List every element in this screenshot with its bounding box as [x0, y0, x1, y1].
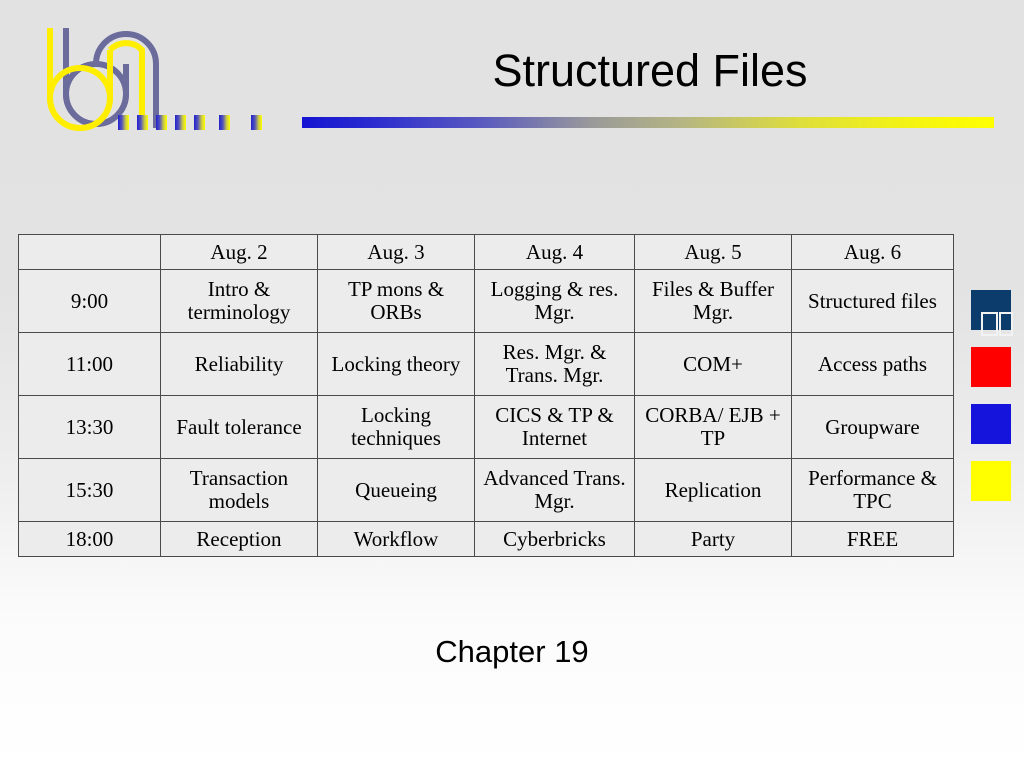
time-label-2: 11:00: [18, 332, 161, 396]
session-cell: Transaction models: [160, 458, 318, 522]
session-cell: Cyberbricks: [474, 521, 635, 557]
window-icon: [981, 312, 1013, 336]
color-swatch-column: [971, 290, 1013, 518]
current-session-cell: Structured files: [791, 269, 954, 333]
session-cell: Fault tolerance: [160, 395, 318, 459]
logo-dot-trail: [118, 115, 288, 130]
table-row: 15:30 Transaction models Queueing Advanc…: [18, 458, 954, 522]
blue-swatch: [971, 404, 1011, 444]
session-cell: Reliability: [160, 332, 318, 396]
table-row: 18:00 Reception Workflow Cyberbricks Par…: [18, 521, 954, 557]
title-gradient-rule: [302, 117, 994, 128]
session-cell: Files & Buffer Mgr.: [634, 269, 792, 333]
session-cell: Advanced Trans. Mgr.: [474, 458, 635, 522]
session-cell: Workflow: [317, 521, 475, 557]
session-cell: Performance & TPC: [791, 458, 954, 522]
table-header-row: Aug. 2 Aug. 3 Aug. 4 Aug. 5 Aug. 6: [18, 234, 954, 270]
slide-header: Structured Files: [0, 0, 1024, 150]
column-header-day-4: Aug. 5: [634, 234, 792, 270]
session-cell: Res. Mgr. & Trans. Mgr.: [474, 332, 635, 396]
column-header-day-3: Aug. 4: [474, 234, 635, 270]
page-title: Structured Files: [492, 45, 808, 96]
session-cell: CICS & TP & Internet: [474, 395, 635, 459]
table-row: 13:30 Fault tolerance Locking techniques…: [18, 395, 954, 459]
session-cell: CORBA/ EJB + TP: [634, 395, 792, 459]
column-header-day-5: Aug. 6: [791, 234, 954, 270]
session-cell: Access paths: [791, 332, 954, 396]
time-label-4: 15:30: [18, 458, 161, 522]
time-label-5: 18:00: [18, 521, 161, 557]
navy-swatch: [971, 290, 1013, 336]
table-row: 11:00 Reliability Locking theory Res. Mg…: [18, 332, 954, 396]
schedule-table: Aug. 2 Aug. 3 Aug. 4 Aug. 5 Aug. 6 9:00 …: [18, 234, 954, 557]
column-header-day-2: Aug. 3: [317, 234, 475, 270]
session-cell: COM+: [634, 332, 792, 396]
session-cell: Locking theory: [317, 332, 475, 396]
session-cell: Replication: [634, 458, 792, 522]
column-header-day-1: Aug. 2: [160, 234, 318, 270]
session-cell: FREE: [791, 521, 954, 557]
session-cell: Party: [634, 521, 792, 557]
session-cell: TP mons & ORBs: [317, 269, 475, 333]
session-cell: Queueing: [317, 458, 475, 522]
time-label-3: 13:30: [18, 395, 161, 459]
table-row: 9:00 Intro & terminology TP mons & ORBs …: [18, 269, 954, 333]
corner-blank-cell: [18, 234, 161, 270]
session-cell: Locking techniques: [317, 395, 475, 459]
session-cell: Intro & terminology: [160, 269, 318, 333]
red-swatch: [971, 347, 1011, 387]
session-cell: Groupware: [791, 395, 954, 459]
session-cell: Logging & res. Mgr.: [474, 269, 635, 333]
time-label-1: 9:00: [18, 269, 161, 333]
session-cell: Reception: [160, 521, 318, 557]
yellow-swatch: [971, 461, 1011, 501]
chapter-label: Chapter 19: [435, 634, 589, 669]
